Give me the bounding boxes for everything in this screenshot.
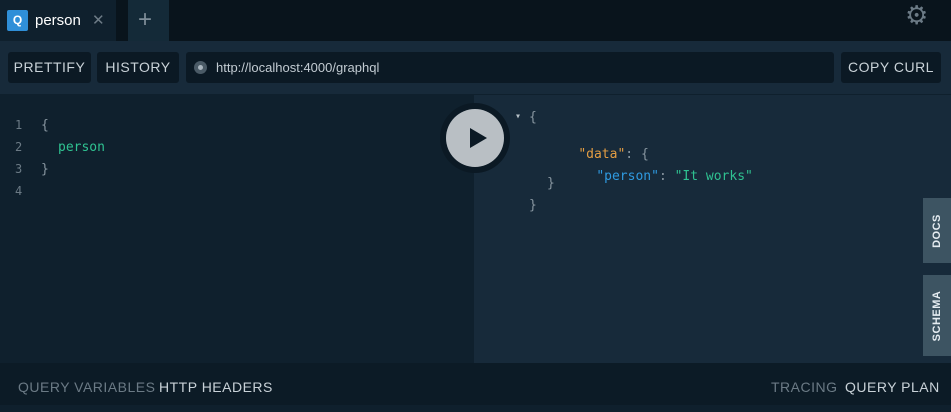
colon: : (658, 169, 667, 184)
history-button[interactable]: HISTORY (97, 52, 179, 83)
code-line: { (41, 118, 49, 133)
code-line: } (41, 162, 49, 177)
person-key: "person" (596, 169, 659, 184)
docs-tab-label: DOCS (931, 213, 943, 248)
connection-status-icon (194, 61, 207, 74)
plus-icon: + (138, 6, 153, 33)
docs-tab[interactable]: DOCS (923, 198, 951, 263)
schema-tab[interactable]: SCHEMA (923, 275, 951, 356)
collapse-arrow-icon[interactable]: ▾ (515, 111, 521, 122)
result-pane: ▾ { "data": { "person": "It works" } } (474, 95, 951, 363)
tab-title: person (35, 12, 81, 29)
line-number: 2 (15, 140, 23, 154)
new-tab-button[interactable]: + (128, 0, 169, 41)
close-icon[interactable]: ✕ (92, 11, 105, 29)
endpoint-url-input[interactable]: http://localhost:4000/graphql (186, 52, 834, 83)
endpoint-url-text: http://localhost:4000/graphql (216, 60, 380, 75)
result-person-line: "person": "It works" (565, 154, 753, 199)
code-line: person (58, 140, 105, 155)
toolbar: PRETTIFY HISTORY http://localhost:4000/g… (0, 41, 951, 94)
person-value: "It works" (674, 169, 753, 184)
result-open-brace: { (529, 110, 537, 125)
tab-person[interactable]: Q person ✕ (0, 0, 116, 41)
result-close-brace: } (529, 198, 537, 213)
copy-curl-button[interactable]: COPY CURL (841, 52, 941, 83)
tab-bar: Q person ✕ + ⚙ (0, 0, 951, 41)
query-editor[interactable]: 1 2 3 4 { person } (0, 95, 474, 363)
execute-query-button[interactable] (440, 103, 510, 173)
line-number: 1 (15, 118, 23, 132)
schema-tab-label: SCHEMA (931, 290, 943, 341)
line-number: 3 (15, 162, 23, 176)
inner-close-brace: } (547, 176, 555, 191)
line-number: 4 (15, 184, 23, 198)
prettify-button[interactable]: PRETTIFY (8, 52, 91, 83)
gear-icon[interactable]: ⚙ (905, 0, 928, 31)
query-badge-icon: Q (7, 10, 28, 31)
bottom-panel-tabs: QUERY VARIABLES HTTP HEADERS TRACING QUE… (0, 363, 951, 405)
play-icon (446, 109, 504, 167)
